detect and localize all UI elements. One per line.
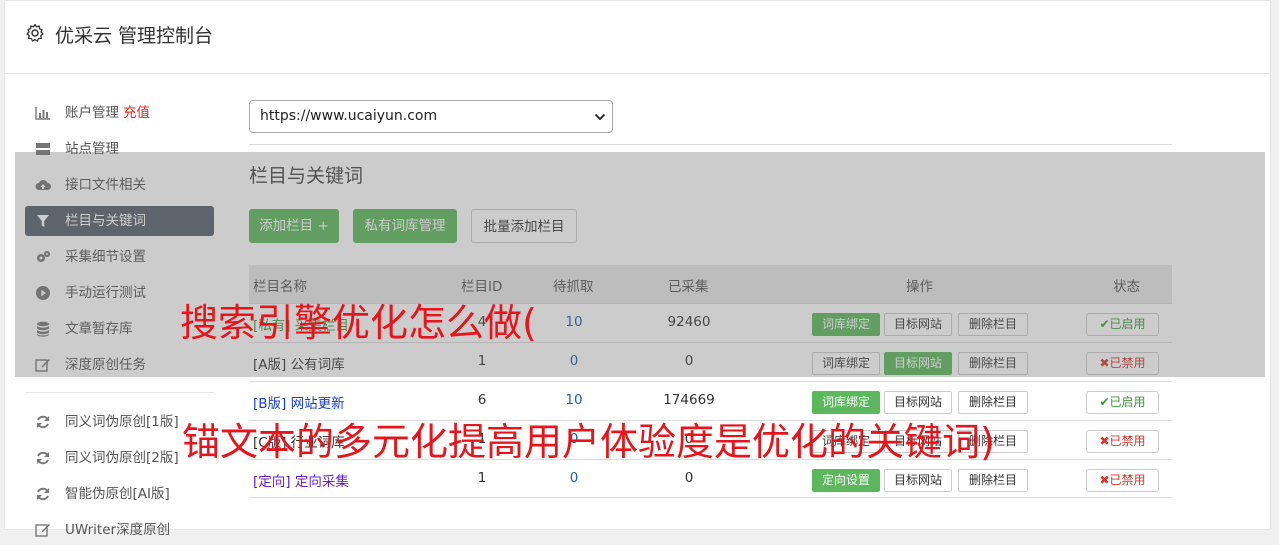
row-id: 6 <box>477 392 487 408</box>
row-collected: 0 <box>684 470 694 486</box>
overlay-headline-1: 搜索引擎优化怎么做( <box>180 301 537 345</box>
refresh-icon <box>35 414 51 430</box>
header-bar: 优采云 管理控制台 <box>5 1 1270 74</box>
status-label: 已禁用 <box>1109 473 1146 487</box>
bar-chart-icon <box>35 105 51 121</box>
delete-column-button[interactable]: 删除栏目 <box>958 469 1028 492</box>
row-name[interactable]: [B版] 网站更新 <box>253 392 345 412</box>
sidebar-item-label: 同义词伪原创[1版] <box>65 414 179 430</box>
sidebar-item-ai-original[interactable]: 智能伪原创[AI版] <box>25 479 214 509</box>
row-name[interactable]: [定向] 定向采集 <box>253 470 349 490</box>
close-icon: ✖ <box>1099 434 1110 448</box>
row-prefix: [B版] <box>253 396 287 412</box>
sidebar-item-label: 账户管理 <box>65 105 119 121</box>
sidebar-item-uwriter[interactable]: UWriter深度原创 <box>25 515 214 545</box>
row-pending: 10 <box>565 392 583 408</box>
sidebar-item-label: UWriter深度原创 <box>65 522 171 538</box>
row-title: 定向采集 <box>294 474 349 490</box>
page-title: 优采云 管理控制台 <box>55 25 214 47</box>
status-toggle[interactable]: ✖已禁用 <box>1086 430 1159 453</box>
gear-icon <box>26 23 44 42</box>
sidebar-item-label: 同义词伪原创[2版] <box>65 450 179 466</box>
row-pending: 0 <box>569 470 579 486</box>
status-label: 已启用 <box>1109 395 1146 409</box>
row-title: 网站更新 <box>290 396 345 412</box>
site-select-value: https://www.ucaiyun.com <box>260 108 438 124</box>
row-prefix: [定向] <box>253 474 291 490</box>
sidebar-item-label: 智能伪原创[AI版] <box>65 486 170 502</box>
site-select[interactable]: https://www.ucaiyun.com <box>249 100 613 133</box>
check-icon: ✔ <box>1099 395 1110 409</box>
refresh-icon <box>35 450 51 466</box>
section-divider <box>249 144 1172 145</box>
status-label: 已禁用 <box>1109 434 1146 448</box>
sidebar-item-account[interactable]: 账户管理 充值 <box>25 98 214 128</box>
close-icon: ✖ <box>1099 473 1110 487</box>
overlay-headline-2: 锚文本的多元化提高用户体验度是优化的关键词) <box>182 420 995 464</box>
edit-icon <box>35 522 51 538</box>
refresh-icon <box>35 486 51 502</box>
chevron-down-icon <box>594 113 606 121</box>
row-id: 1 <box>477 470 487 486</box>
recharge-link[interactable]: 充值 <box>123 105 150 121</box>
sidebar-divider <box>25 392 214 393</box>
directed-settings-button[interactable]: 定向设置 <box>812 469 880 492</box>
status-toggle[interactable]: ✖已禁用 <box>1086 469 1159 492</box>
target-site-button[interactable]: 目标网站 <box>884 469 952 492</box>
row-collected: 174669 <box>663 392 715 408</box>
status-toggle[interactable]: ✔已启用 <box>1086 391 1159 414</box>
